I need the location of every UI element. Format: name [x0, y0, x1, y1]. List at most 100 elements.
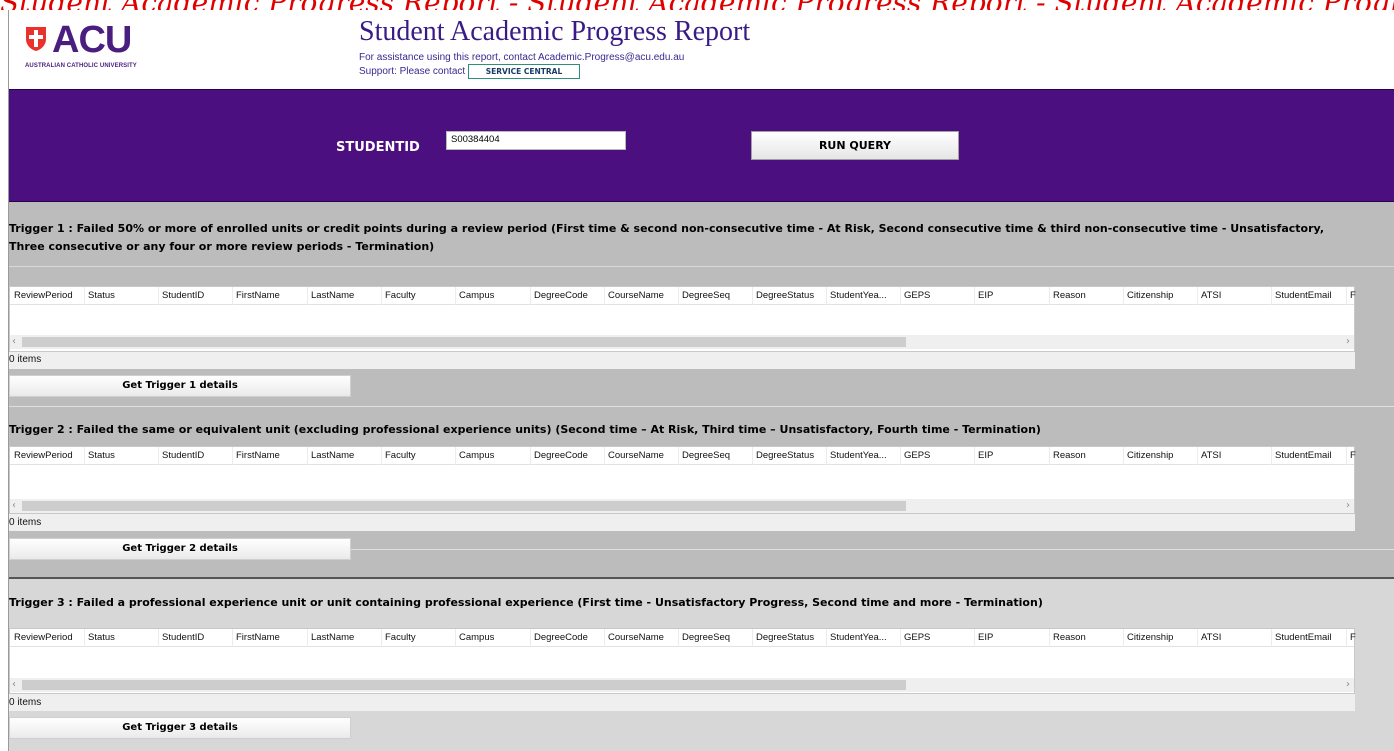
column-header[interactable]: Status	[88, 632, 115, 643]
scroll-thumb[interactable]	[22, 501, 906, 511]
run-query-button[interactable]: RUN QUERY	[751, 131, 959, 160]
column-header[interactable]: DegreeCode	[534, 290, 588, 301]
get-trigger-1-button[interactable]: Get Trigger 1 details	[9, 375, 351, 397]
service-central-button[interactable]: SERVICE CENTRAL	[468, 64, 580, 79]
column-divider[interactable]	[455, 287, 456, 305]
trigger-3-grid[interactable]: ReviewPeriod Status StudentID FirstName Last…	[9, 628, 1356, 694]
column-header[interactable]: StudentYea...	[830, 450, 887, 461]
column-divider[interactable]	[974, 629, 975, 647]
column-divider[interactable]	[1123, 287, 1124, 305]
column-header[interactable]: StudentID	[162, 290, 204, 301]
column-header[interactable]: DegreeCode	[534, 632, 588, 643]
column-header[interactable]: StudentID	[162, 632, 204, 643]
column-divider[interactable]	[900, 287, 901, 305]
column-divider[interactable]	[84, 629, 85, 647]
column-divider[interactable]	[678, 447, 679, 465]
column-divider[interactable]	[530, 447, 531, 465]
column-header[interactable]: Citizenship	[1127, 632, 1173, 643]
column-divider[interactable]	[1346, 629, 1347, 647]
column-header[interactable]: DegreeSeq	[682, 632, 730, 643]
horizontal-scrollbar[interactable]: ‹ ›	[10, 499, 1354, 513]
column-header[interactable]: F	[1350, 450, 1356, 461]
scroll-right-icon[interactable]: ›	[1346, 678, 1350, 692]
column-header[interactable]: CourseName	[608, 632, 664, 643]
column-divider[interactable]	[530, 287, 531, 305]
scroll-left-icon[interactable]: ‹	[12, 678, 16, 692]
column-header[interactable]: Citizenship	[1127, 290, 1173, 301]
column-header[interactable]: Status	[88, 290, 115, 301]
column-divider[interactable]	[1049, 447, 1050, 465]
column-header[interactable]: F	[1350, 632, 1356, 643]
column-divider[interactable]	[530, 629, 531, 647]
column-divider[interactable]	[307, 447, 308, 465]
column-divider[interactable]	[1197, 287, 1198, 305]
column-header[interactable]: DegreeStatus	[756, 632, 814, 643]
column-header[interactable]: EIP	[978, 632, 993, 643]
column-divider[interactable]	[678, 629, 679, 647]
column-header[interactable]: LastName	[311, 290, 354, 301]
trigger-1-grid[interactable]: ReviewPeriod Status StudentID FirstName Last…	[9, 286, 1356, 352]
column-divider[interactable]	[381, 447, 382, 465]
column-header[interactable]: Campus	[459, 290, 494, 301]
column-header[interactable]: F	[1350, 290, 1356, 301]
column-header[interactable]: ATSI	[1201, 290, 1221, 301]
column-divider[interactable]	[752, 287, 753, 305]
column-header[interactable]: Reason	[1053, 290, 1086, 301]
column-divider[interactable]	[826, 447, 827, 465]
column-header[interactable]: StudentEmail	[1275, 450, 1332, 461]
column-header[interactable]: DegreeSeq	[682, 450, 730, 461]
column-divider[interactable]	[900, 629, 901, 647]
column-divider[interactable]	[158, 629, 159, 647]
column-divider[interactable]	[307, 629, 308, 647]
trigger-2-grid[interactable]: ReviewPeriod Status StudentID FirstName Last…	[9, 446, 1356, 514]
column-header[interactable]: Status	[88, 450, 115, 461]
studentid-input[interactable]: S00384404	[446, 131, 626, 150]
scroll-thumb[interactable]	[22, 680, 906, 690]
column-divider[interactable]	[1049, 629, 1050, 647]
column-header[interactable]: Campus	[459, 450, 494, 461]
scroll-left-icon[interactable]: ‹	[12, 335, 16, 349]
column-header[interactable]: GEPS	[904, 632, 930, 643]
column-header[interactable]: Reason	[1053, 450, 1086, 461]
column-header[interactable]: EIP	[978, 450, 993, 461]
column-header[interactable]: Faculty	[385, 632, 416, 643]
column-header[interactable]: Reason	[1053, 632, 1086, 643]
column-header[interactable]: FirstName	[236, 450, 280, 461]
column-divider[interactable]	[381, 287, 382, 305]
column-header[interactable]: DegreeStatus	[756, 290, 814, 301]
column-divider[interactable]	[1049, 287, 1050, 305]
column-header[interactable]: ATSI	[1201, 632, 1221, 643]
column-header[interactable]: Faculty	[385, 290, 416, 301]
column-divider[interactable]	[974, 287, 975, 305]
column-divider[interactable]	[158, 287, 159, 305]
column-divider[interactable]	[455, 629, 456, 647]
column-divider[interactable]	[84, 287, 85, 305]
column-header[interactable]: Faculty	[385, 450, 416, 461]
column-header[interactable]: DegreeStatus	[756, 450, 814, 461]
column-header[interactable]: CourseName	[608, 450, 664, 461]
column-header[interactable]: FirstName	[236, 632, 280, 643]
column-divider[interactable]	[1123, 447, 1124, 465]
column-header[interactable]: DegreeSeq	[682, 290, 730, 301]
column-header[interactable]: StudentEmail	[1275, 632, 1332, 643]
column-header[interactable]: EIP	[978, 290, 993, 301]
column-divider[interactable]	[900, 447, 901, 465]
column-header[interactable]: FirstName	[236, 290, 280, 301]
scroll-right-icon[interactable]: ›	[1346, 335, 1350, 349]
column-header[interactable]: ATSI	[1201, 450, 1221, 461]
column-divider[interactable]	[1123, 629, 1124, 647]
column-divider[interactable]	[1346, 287, 1347, 305]
column-divider[interactable]	[232, 287, 233, 305]
column-divider[interactable]	[1197, 629, 1198, 647]
column-divider[interactable]	[232, 447, 233, 465]
column-header[interactable]: StudentID	[162, 450, 204, 461]
column-header[interactable]: Citizenship	[1127, 450, 1173, 461]
scroll-thumb[interactable]	[22, 337, 906, 347]
column-divider[interactable]	[1271, 447, 1272, 465]
column-header[interactable]: ReviewPeriod	[14, 290, 73, 301]
column-divider[interactable]	[974, 447, 975, 465]
column-header[interactable]: StudentYea...	[830, 290, 887, 301]
horizontal-scrollbar[interactable]: ‹ ›	[10, 335, 1354, 349]
column-header[interactable]: CourseName	[608, 290, 664, 301]
column-header[interactable]: GEPS	[904, 290, 930, 301]
